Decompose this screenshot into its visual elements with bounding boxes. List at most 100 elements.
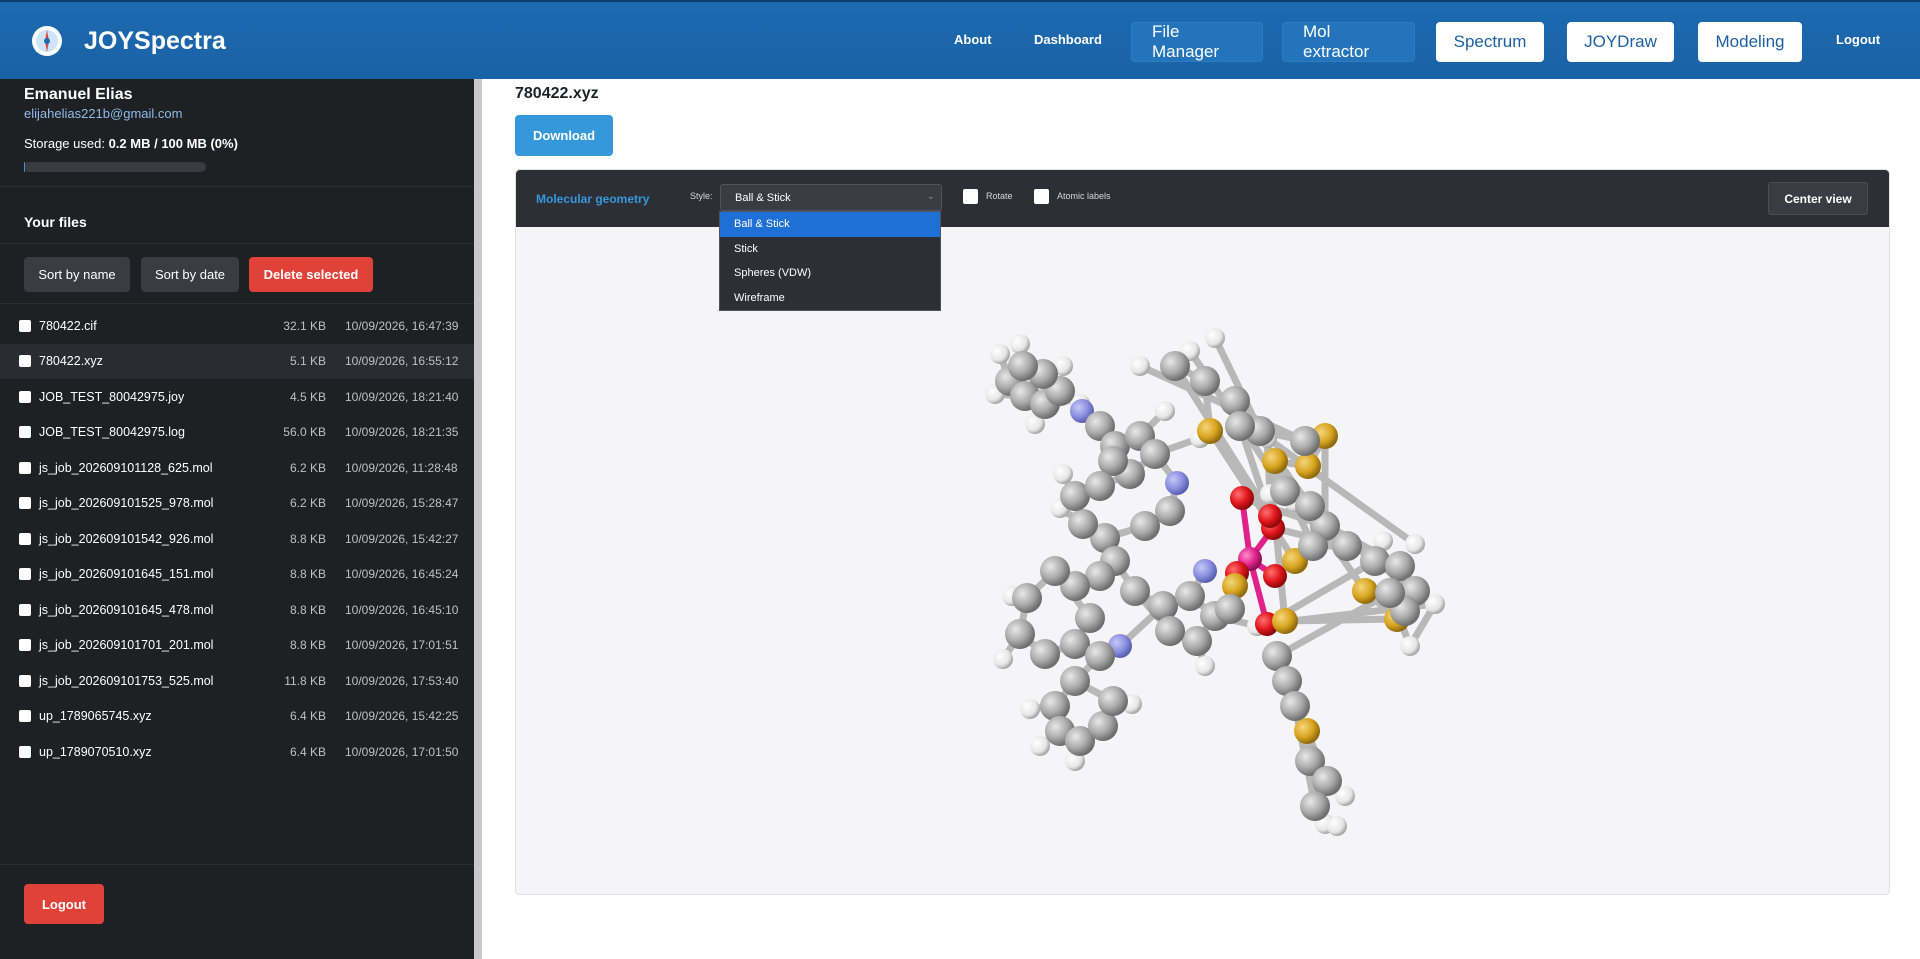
carbon-atom [1140,439,1170,469]
carbon-atom [1360,546,1390,576]
file-row[interactable]: js_job_202609101645_151.mol 8.8 KB 10/09/2… [0,557,474,593]
sort-by-name-button[interactable]: Sort by name [24,257,130,292]
file-name[interactable]: JOB_TEST_80042975.log [39,425,185,439]
file-row[interactable]: js_job_202609101645_478.mol 8.8 KB 10/09/2… [0,592,474,628]
hydrogen-atom [993,649,1013,669]
file-checkbox[interactable] [19,674,31,687]
file-name[interactable]: up_1789065745.xyz [39,709,152,723]
file-size: 6.2 KB [289,460,326,475]
file-checkbox[interactable] [19,710,31,723]
download-button[interactable]: Download [515,115,613,156]
file-checkbox[interactable] [19,568,31,581]
style-option[interactable]: Spheres (VDW) [720,261,940,286]
file-name[interactable]: js_job_202609101753_525.mol [39,674,213,688]
oxygen-atom [1230,486,1254,510]
molecule-canvas[interactable] [515,226,1890,894]
style-option[interactable]: Ball & Stick [720,212,940,237]
file-row[interactable]: js_job_202609101525_978.mol 6.2 KB 10/09/2… [0,486,474,522]
file-date: 10/09/2026, 16:45:10 [345,602,459,617]
carbon-atom [1155,496,1185,526]
carbon-atom [1270,476,1300,506]
file-checkbox[interactable] [19,497,31,510]
file-name[interactable]: JOB_TEST_80042975.joy [39,390,184,404]
delete-selected-button[interactable]: Delete selected [249,257,373,292]
file-checkbox[interactable] [19,532,31,545]
style-select[interactable]: Ball & Stick ⌄ [720,184,942,211]
file-checkbox[interactable] [19,390,31,403]
carbon-atom [1085,641,1115,671]
file-checkbox[interactable] [19,319,31,332]
file-name[interactable]: 780422.xyz [39,354,103,368]
file-size: 32.1 KB [283,318,326,333]
hydrogen-atom [1010,334,1030,354]
file-row[interactable]: 780422.xyz 5.1 KB 10/09/2026, 16:55:12 [0,343,474,379]
file-checkbox[interactable] [19,355,31,368]
file-size: 4.5 KB [289,389,326,404]
file-checkbox[interactable] [19,745,31,758]
center-view-button[interactable]: Center view [1768,182,1868,215]
sidebar-logout-button[interactable]: Logout [24,884,104,924]
sidebar-resize-handle[interactable] [474,79,482,959]
nav-file-manager[interactable]: File Manager [1131,22,1263,62]
nav-about[interactable]: About [954,32,992,47]
file-row[interactable]: 780422.cif 32.1 KB 10/09/2026, 16:47:39 [0,308,474,344]
file-name[interactable]: js_job_202609101645_478.mol [39,603,213,617]
file-row[interactable]: up_1789065745.xyz 6.4 KB 10/09/2026, 15:42… [0,699,474,735]
carbon-atom [1012,583,1042,613]
file-size: 56.0 KB [283,425,326,440]
nav-modeling[interactable]: Modeling [1698,22,1802,62]
hydrogen-atom [990,344,1010,364]
nitrogen-atom [1165,471,1189,495]
nav-spectrum[interactable]: Spectrum [1436,22,1544,62]
file-size: 6.4 KB [289,709,326,724]
divider [0,864,474,865]
file-name[interactable]: js_job_202609101128_625.mol [39,461,213,475]
file-name[interactable]: js_job_202609101645_151.mol [39,567,213,581]
hydrogen-atom [1155,401,1175,421]
file-date: 10/09/2026, 17:53:40 [345,673,459,688]
carbon-atom [1190,366,1220,396]
nav-logout[interactable]: Logout [1836,32,1880,47]
nav-dashboard[interactable]: Dashboard [1034,32,1102,47]
hydrogen-atom [1400,636,1420,656]
file-checkbox[interactable] [19,461,31,474]
file-name[interactable]: js_job_202609101542_926.mol [39,532,213,546]
file-checkbox[interactable] [19,426,31,439]
file-name[interactable]: js_job_202609101701_201.mol [39,638,213,652]
carbon-atom [1280,691,1310,721]
file-row[interactable]: JOB_TEST_80042975.joy 4.5 KB 10/09/2026, 1… [0,379,474,415]
file-checkbox[interactable] [19,603,31,616]
file-row[interactable]: JOB_TEST_80042975.log 56.0 KB 10/09/2026, … [0,415,474,451]
file-size: 8.8 KB [289,567,326,582]
file-size: 8.8 KB [289,531,326,546]
carbon-atom [1175,581,1205,611]
carbon-atom [1215,594,1245,624]
file-row[interactable]: js_job_202609101753_525.mol 11.8 KB 10/09/… [0,663,474,699]
brand[interactable]: JOYSpectra [30,24,226,58]
file-row[interactable]: js_job_202609101701_201.mol 8.8 KB 10/09/2… [0,628,474,664]
hydrogen-atom [1195,656,1215,676]
carbon-atom [1225,411,1255,441]
sulfur-atom [1294,718,1320,744]
file-checkbox[interactable] [19,639,31,652]
file-name[interactable]: 780422.cif [39,319,97,333]
storage-progress-bar [24,162,206,172]
oxygen-atom [1258,504,1282,528]
viewer-title: Molecular geometry [536,192,650,206]
file-row[interactable]: js_job_202609101128_625.mol 6.2 KB 10/09/2… [0,450,474,486]
file-row[interactable]: js_job_202609101542_926.mol 8.8 KB 10/09/2… [0,521,474,557]
hydrogen-atom [1405,534,1425,554]
file-date: 10/09/2026, 16:47:39 [345,318,459,333]
file-name[interactable]: js_job_202609101525_978.mol [39,496,213,510]
nav-mol-extractor[interactable]: Mol extractor [1282,22,1415,62]
file-size: 5.1 KB [289,354,326,369]
rotate-checkbox[interactable] [963,189,978,204]
file-name[interactable]: up_1789070510.xyz [39,745,152,759]
sort-by-date-button[interactable]: Sort by date [141,257,239,292]
rotate-label: Rotate [986,191,1013,201]
atomic-labels-checkbox[interactable] [1034,189,1049,204]
style-option[interactable]: Wireframe [720,286,940,311]
file-row[interactable]: up_1789070510.xyz 6.4 KB 10/09/2026, 17:01… [0,734,474,770]
style-option[interactable]: Stick [720,237,940,262]
nav-joydraw[interactable]: JOYDraw [1567,22,1674,62]
